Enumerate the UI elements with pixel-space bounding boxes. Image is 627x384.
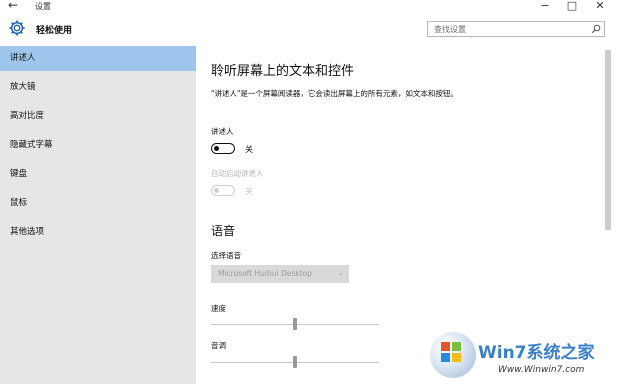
title-bar: ← 设置 − □ ✕ <box>0 0 627 14</box>
search-placeholder: 查找设置 <box>434 25 466 34</box>
speed-label: 速度 <box>211 304 226 313</box>
narrator-description: "讲述人"是一个屏幕阅读器，它会读出屏幕上的所有元素，如文本和按钮。 <box>211 89 458 98</box>
logo-pane-yellow <box>452 353 461 362</box>
logo-pane-green <box>452 342 461 351</box>
page-title: 轻松使用 <box>36 26 73 36</box>
narrator-label: 讲述人 <box>211 127 234 136</box>
gear-icon <box>9 20 25 36</box>
sidebar-item-keyboard[interactable]: 键盘 <box>0 162 196 187</box>
auto-start-toggle-state: 关 <box>245 187 253 196</box>
chevron-down-icon: ⌄ <box>338 269 344 277</box>
narrator-toggle[interactable] <box>211 143 235 154</box>
sidebar-item-mouse[interactable]: 鼠标 <box>0 191 196 216</box>
slider-thumb[interactable] <box>293 356 297 368</box>
search-icon[interactable] <box>591 24 601 34</box>
sidebar: 讲述人 放大镜 高对比度 隐藏式字幕 键盘 鼠标 其他选项 <box>0 46 196 384</box>
toggle-knob <box>214 145 219 151</box>
narrator-toggle-state: 关 <box>245 145 253 154</box>
window-title: 设置 <box>35 2 51 11</box>
choose-voice-label: 选择语音 <box>211 251 241 260</box>
voice-heading: 语音 <box>211 224 236 238</box>
close-button[interactable]: ✕ <box>590 0 610 12</box>
logo-pane-red <box>441 342 450 351</box>
maximize-button[interactable]: □ <box>562 0 582 12</box>
pitch-label: 音调 <box>211 341 226 350</box>
toggle-knob <box>214 187 219 193</box>
minimize-button[interactable]: − <box>535 0 555 12</box>
back-arrow-icon[interactable]: ← <box>8 0 18 12</box>
header: 轻松使用 查找设置 <box>0 14 627 46</box>
search-input[interactable]: 查找设置 <box>427 21 605 37</box>
watermark-brand: Win7系统之家 <box>478 343 595 363</box>
auto-start-toggle[interactable] <box>211 185 235 196</box>
voice-select-value: Microsoft Huihui Desktop <box>218 269 312 278</box>
auto-start-label: 自动启动讲述人 <box>211 169 264 178</box>
logo-pane-blue <box>441 353 450 362</box>
scrollbar[interactable] <box>605 50 611 230</box>
voice-select[interactable]: Microsoft Huihui Desktop ⌄ <box>211 265 349 283</box>
watermark-url: Www.Winwin7.com <box>498 365 585 375</box>
sidebar-item-magnifier[interactable]: 放大镜 <box>0 75 196 100</box>
sidebar-item-other-options[interactable]: 其他选项 <box>0 220 196 245</box>
sidebar-item-high-contrast[interactable]: 高对比度 <box>0 104 196 129</box>
watermark: Win7系统之家 Www.Winwin7.com <box>428 330 627 384</box>
pitch-slider[interactable] <box>211 356 379 368</box>
sidebar-item-narrator[interactable]: 讲述人 <box>0 46 196 71</box>
section-heading: 聆听屏幕上的文本和控件 <box>211 64 355 79</box>
speed-slider[interactable] <box>211 318 379 330</box>
sidebar-item-closed-captions[interactable]: 隐藏式字幕 <box>0 133 196 158</box>
slider-thumb[interactable] <box>293 318 297 330</box>
